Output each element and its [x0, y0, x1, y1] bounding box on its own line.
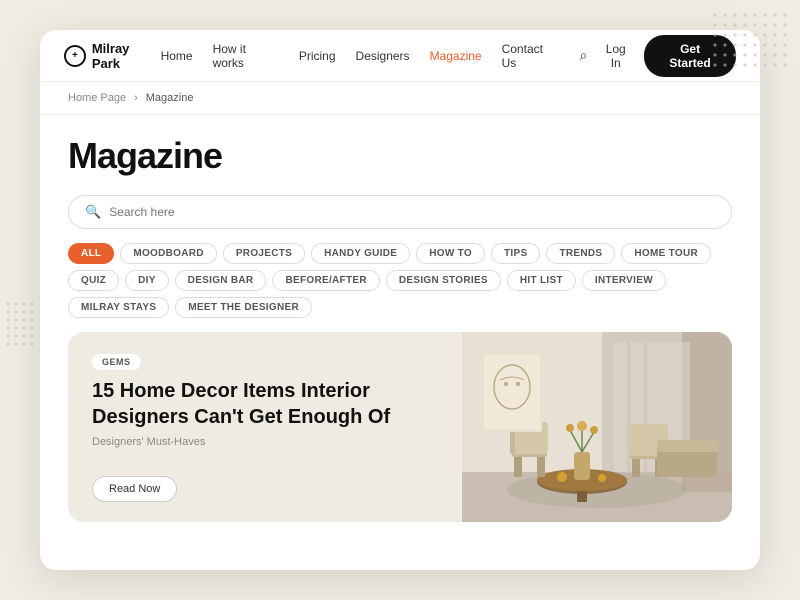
featured-article-card: GEMS 15 Home Decor Items Interior Design… [68, 332, 732, 522]
tag-trends[interactable]: TRENDS [546, 243, 615, 264]
nav-home[interactable]: Home [161, 49, 193, 63]
nav-contact[interactable]: Contact Us [502, 42, 560, 70]
search-bar: 🔍 [68, 195, 732, 229]
tag-moodboard[interactable]: MOODBOARD [120, 243, 216, 264]
breadcrumb-magazine: Magazine [146, 92, 194, 104]
tag-all[interactable]: ALL [68, 243, 114, 264]
search-icon-bar: 🔍 [85, 204, 101, 220]
tag-hit-list[interactable]: HIT LIST [507, 270, 576, 291]
content-area: Home Page › Magazine Magazine 🔍 ALL MOOD… [40, 82, 760, 570]
tag-how-to[interactable]: HOW TO [416, 243, 485, 264]
navbar: + Milray Park Home How it works Pricing … [40, 30, 760, 82]
search-input[interactable] [109, 205, 715, 219]
tag-interview[interactable]: INTERVIEW [582, 270, 666, 291]
breadcrumb: Home Page › Magazine [40, 82, 760, 115]
card-image [462, 332, 732, 522]
browser-window: + Milray Park Home How it works Pricing … [40, 30, 760, 570]
card-badge: GEMS [92, 354, 141, 370]
nav-pricing[interactable]: Pricing [299, 49, 336, 63]
card-title: 15 Home Decor Items Interior Designers C… [92, 378, 438, 430]
nav-designers[interactable]: Designers [356, 49, 410, 63]
search-icon[interactable]: ⌕ [579, 47, 587, 64]
breadcrumb-home[interactable]: Home Page [68, 92, 126, 104]
read-now-button[interactable]: Read Now [92, 476, 177, 502]
tag-milray-stays[interactable]: MILRAY STAYS [68, 297, 169, 318]
logo-name: Milray Park [92, 41, 161, 71]
login-button[interactable]: Log In [599, 42, 632, 70]
logo-icon: + [64, 45, 86, 67]
tag-home-tour[interactable]: HOME TOUR [621, 243, 711, 264]
main-content: Magazine 🔍 ALL MOODBOARD PROJECTS HANDY … [40, 115, 760, 522]
tag-meet-the-designer[interactable]: MEET THE DESIGNER [175, 297, 312, 318]
tag-quiz[interactable]: QUIZ [68, 270, 119, 291]
nav-links: Home How it works Pricing Designers Maga… [161, 42, 560, 70]
tag-design-stories[interactable]: DESIGN STORIES [386, 270, 501, 291]
tag-diy[interactable]: DIY [125, 270, 169, 291]
tag-filters: ALL MOODBOARD PROJECTS HANDY GUIDE HOW T… [68, 243, 732, 318]
page-title: Magazine [68, 135, 732, 177]
logo[interactable]: + Milray Park [64, 41, 161, 71]
decorative-dots-top [710, 10, 790, 70]
card-subtitle: Designers' Must-Haves [92, 436, 438, 448]
card-content: GEMS 15 Home Decor Items Interior Design… [68, 332, 462, 522]
nav-how-it-works[interactable]: How it works [213, 42, 279, 70]
decorative-dots-left [4, 300, 34, 350]
tag-before-after[interactable]: BEFORE/AFTER [272, 270, 379, 291]
tag-projects[interactable]: PROJECTS [223, 243, 305, 264]
tag-tips[interactable]: TIPS [491, 243, 540, 264]
tag-design-bar[interactable]: DESIGN BAR [175, 270, 267, 291]
nav-magazine[interactable]: Magazine [430, 49, 482, 63]
tag-handy-guide[interactable]: HANDY GUIDE [311, 243, 410, 264]
